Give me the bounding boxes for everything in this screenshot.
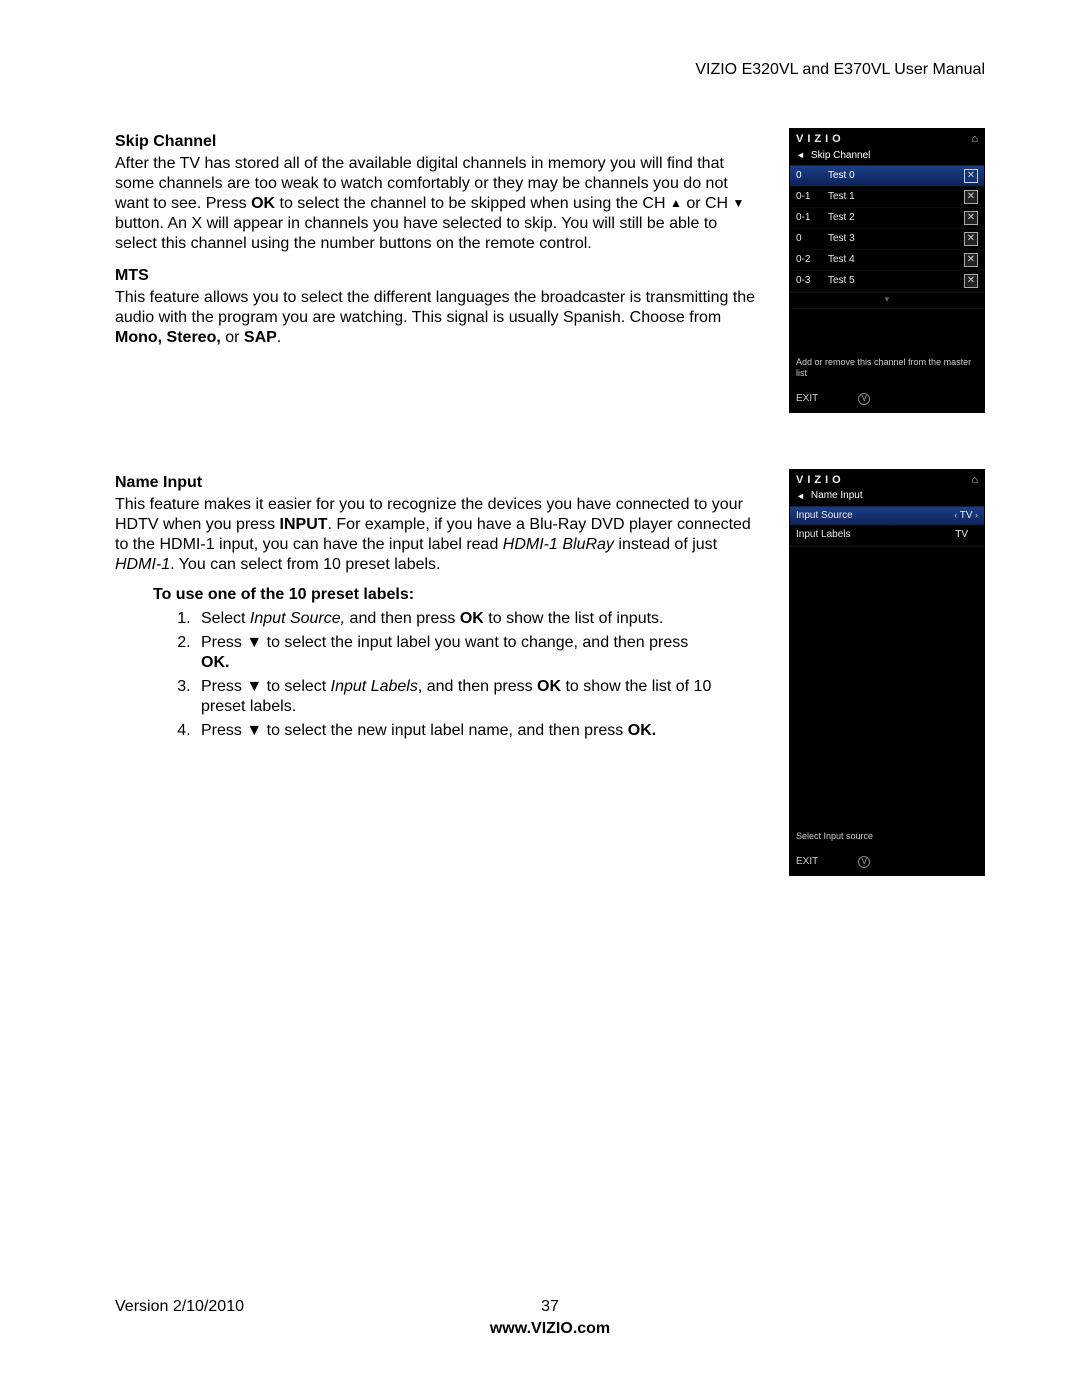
steps-list: Select Input Source, and then press OK t… [195,609,759,741]
step-item: Press ▼ to select the input label you wa… [195,633,719,673]
channel-row[interactable]: 0-2 Test 4 ✕ [790,250,984,271]
italic: HDMI-1 [115,556,170,573]
text: This feature allows you to select the di… [115,289,755,326]
channel-row[interactable]: 0-1 Test 1 ✕ [790,187,984,208]
row-value: TV [954,510,978,523]
step-item: Press ▼ to select Input Labels, and then… [195,677,719,717]
heading-skip-channel: Skip Channel [115,132,759,152]
manual-header: VIZIO E320VL and E370VL User Manual [115,60,985,80]
channel-number: 0 [796,170,828,183]
channel-name: Test 0 [828,170,964,183]
text: , and then press [418,678,537,695]
paragraph-skip-channel: After the TV has stored all of the avail… [115,154,759,254]
paragraph-name-input: This feature makes it easier for you to … [115,495,759,575]
bold: SAP [244,329,277,346]
checkbox-icon: ✕ [964,169,978,183]
channel-name: Test 2 [828,212,964,225]
home-icon: ⌂ [971,133,978,147]
menu-title: Name Input [811,490,863,503]
text: . You can select from 10 preset labels. [170,556,440,573]
text: Press ▼ to select the input label you wa… [201,634,688,651]
channel-row[interactable]: 0-3 Test 5 ✕ [790,271,984,292]
tv-screenshot-skip-channel: VIZIO ⌂ ◄ Skip Channel 0 Test 0 ✕ 0-1 Te… [789,128,985,413]
channel-name: Test 4 [828,254,964,267]
bold: OK. [628,722,656,739]
tv-screenshot-name-input: VIZIO ⌂ ◄ Name Input Input Source TV Inp… [789,469,985,876]
checkbox-icon: ✕ [964,190,978,204]
sub-heading-preset: To use one of the 10 preset labels: [153,585,759,605]
bold: OK. [201,654,229,671]
text: or CH [682,195,733,212]
channel-number: 0-1 [796,191,828,204]
name-input-list: Input Source TV Input Labels TV [790,506,984,547]
menu-title: Skip Channel [811,150,870,163]
channel-name: Test 1 [828,191,964,204]
exit-label[interactable]: EXIT [796,393,818,406]
ok-bold: OK [251,195,275,212]
help-text: Add or remove this channel from the mast… [790,309,984,384]
text: and then press [345,610,460,627]
vizio-logo: VIZIO [796,133,845,147]
section-name-input: Name Input This feature makes it easier … [115,469,759,745]
italic: Input Source, [250,610,345,627]
step-item: Select Input Source, and then press OK t… [195,609,719,629]
channel-row[interactable]: 0 Test 3 ✕ [790,229,984,250]
channel-number: 0-3 [796,275,828,288]
footer-url: www.VIZIO.com [115,1319,985,1339]
bold: OK [460,610,484,627]
section-skip-channel: Skip Channel After the TV has stored all… [115,128,759,354]
channel-number: 0-1 [796,212,828,225]
channel-name: Test 3 [828,233,964,246]
bold: Mono, Stereo, [115,329,221,346]
channel-name: Test 5 [828,275,964,288]
row-label: Input Labels [796,529,851,542]
vizio-v-icon: V [858,393,870,405]
home-icon: ⌂ [971,474,978,488]
heading-mts: MTS [115,266,759,286]
page-number: 37 [541,1297,559,1317]
step-item: Press ▼ to select the new input label na… [195,721,719,741]
text: instead of just [614,536,717,553]
text: to show the list of inputs. [484,610,664,627]
text: to select the channel to be skipped when… [275,195,670,212]
row-value: TV [955,529,978,542]
version-text: Version 2/10/2010 [115,1297,244,1317]
triangle-up-icon: ▲ [670,196,682,210]
text: Press ▼ to select the new input label na… [201,722,628,739]
back-icon: ◄ [796,491,805,502]
back-icon: ◄ [796,150,805,161]
text: button. An X will appear in channels you… [115,215,717,252]
checkbox-icon: ✕ [964,274,978,288]
checkbox-icon: ✕ [964,232,978,246]
page-footer: Version 2/10/2010 37 www.VIZIO.com [115,1297,985,1339]
channel-number: 0-2 [796,254,828,267]
paragraph-mts: This feature allows you to select the di… [115,288,759,348]
row-label: Input Source [796,510,853,523]
menu-row-input-source[interactable]: Input Source TV [790,507,984,527]
checkbox-icon: ✕ [964,211,978,225]
vizio-logo: VIZIO [796,474,845,488]
italic: Input Labels [331,678,418,695]
channel-number: 0 [796,233,828,246]
text: or [221,329,244,346]
italic: HDMI-1 BluRay [503,536,614,553]
channel-row[interactable]: 0 Test 0 ✕ [790,166,984,187]
bold: INPUT [280,516,328,533]
triangle-down-icon: ▼ [733,196,745,210]
text: Select [201,610,250,627]
channel-list: 0 Test 0 ✕ 0-1 Test 1 ✕ 0-1 Test 2 ✕ 0 T… [790,165,984,293]
vizio-v-icon: V [858,856,870,868]
exit-label[interactable]: EXIT [796,856,818,869]
text: . [277,329,281,346]
help-text: Select Input source [790,827,984,846]
scroll-down-icon: ▾ [790,293,984,308]
menu-row-input-labels[interactable]: Input Labels TV [790,526,984,546]
text: Press ▼ to select [201,678,331,695]
channel-row[interactable]: 0-1 Test 2 ✕ [790,208,984,229]
checkbox-icon: ✕ [964,253,978,267]
bold: OK [537,678,561,695]
heading-name-input: Name Input [115,473,759,493]
